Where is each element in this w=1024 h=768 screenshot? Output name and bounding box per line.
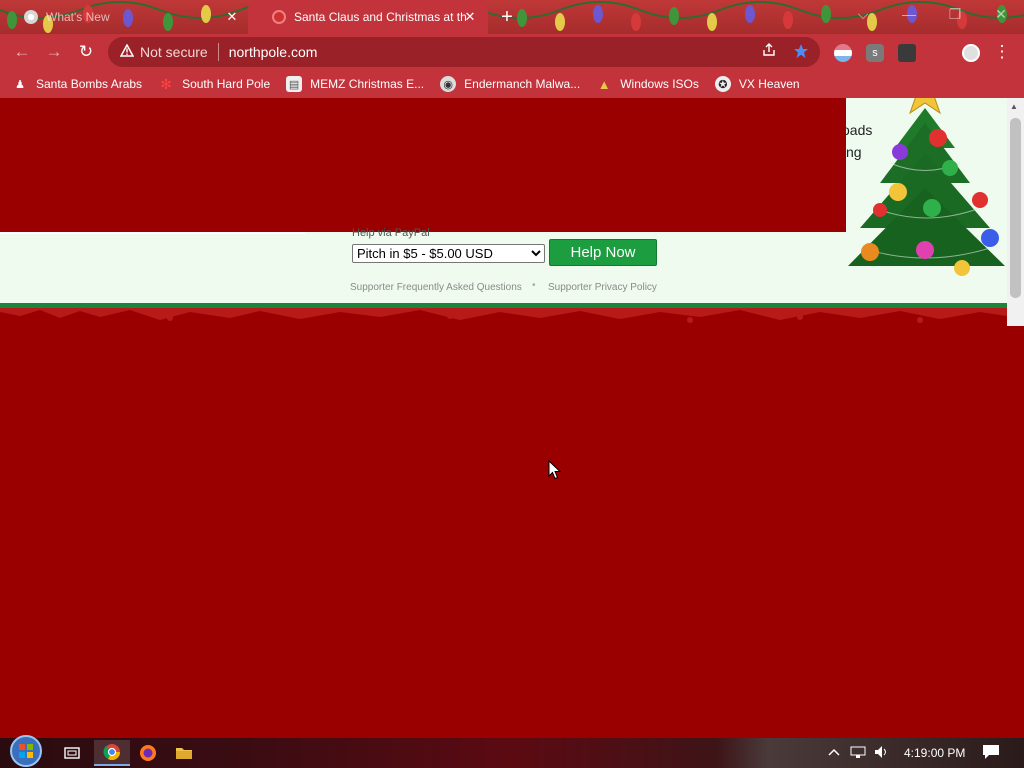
vx-icon: ✪ [714, 76, 731, 92]
bookmark-windows-isos[interactable]: ▲ Windows ISOs [596, 76, 699, 92]
bookmark-label: Endermanch Malwa... [464, 77, 581, 91]
chrome-icon [24, 10, 38, 24]
maximize-button[interactable]: ❐ [932, 0, 978, 30]
christmas-tree-icon[interactable] [840, 98, 1010, 278]
forward-button[interactable]: → [42, 40, 66, 64]
bookmark-endermanch-malware[interactable]: ◉ Endermanch Malwa... [440, 76, 580, 92]
bookmark-label: MEMZ Christmas E... [310, 77, 425, 91]
minimize-button[interactable]: — [886, 0, 932, 30]
holly-pattern-decoration [0, 308, 1007, 323]
bookmark-santa-bombs-arabs[interactable]: ♟ Santa Bombs Arabs [12, 76, 142, 92]
tab-santa-claus[interactable]: Santa Claus and Christmas at the North P… [248, 0, 488, 34]
tab-strip: What's New ✕ Santa Claus and Christmas a… [0, 0, 1024, 34]
scrollbar-thumb[interactable] [1010, 118, 1021, 298]
taskbar-clock[interactable]: 4:19:00 PM [904, 746, 965, 760]
scroll-up-icon[interactable]: ▲ [1010, 102, 1018, 111]
volume-icon[interactable] [874, 745, 890, 762]
url-text[interactable]: northpole.com [229, 44, 318, 60]
tab-title: What's New [46, 10, 110, 24]
new-tab-button[interactable]: + [496, 7, 518, 29]
tree-icon: ▲ [597, 76, 611, 92]
bookmark-label: Santa Bombs Arabs [36, 77, 143, 91]
browser-toolbar: ← → ↻ Not secure northpole.com s ⋮ [0, 34, 1024, 70]
bookmark-star-icon[interactable] [792, 43, 810, 61]
snowflake-icon: ✻ [160, 75, 172, 92]
tab-title: Santa Claus and Christmas at the North P… [294, 10, 466, 24]
mouse-cursor-icon [548, 460, 562, 480]
santa-favicon-icon [272, 10, 286, 24]
warning-triangle-icon[interactable] [119, 43, 135, 60]
task-view-icon[interactable] [54, 740, 90, 766]
window-close-button[interactable]: ✕ [978, 0, 1024, 30]
bookmarks-bar: ♟ Santa Bombs Arabs ✻ South Hard Pole ▤ … [0, 70, 1024, 98]
extension-s-icon[interactable]: s [866, 44, 884, 62]
close-icon[interactable]: ✕ [224, 9, 240, 25]
reload-button[interactable]: ↻ [74, 40, 98, 64]
start-orb-icon[interactable] [6, 734, 46, 768]
security-status[interactable]: Not secure [140, 44, 208, 60]
bookmark-label: VX Heaven [738, 77, 800, 91]
network-icon[interactable] [850, 745, 866, 762]
file-explorer-taskbar-icon[interactable] [166, 740, 202, 766]
chrome-taskbar-icon[interactable] [94, 740, 130, 766]
divider [217, 43, 219, 61]
bookmark-vx-heaven[interactable]: ✪ VX Heaven [714, 76, 800, 92]
santa-icon: ♟ [15, 78, 25, 91]
firefox-taskbar-icon[interactable] [130, 740, 166, 766]
link-separator: • [532, 280, 536, 291]
divider [0, 232, 305, 234]
red-overlay-block [0, 98, 846, 232]
address-bar[interactable]: Not secure northpole.com [108, 37, 820, 67]
page-viewport: oads ng Help via PayPal Pitch in $5 - $5… [0, 98, 1024, 738]
share-icon[interactable] [760, 43, 778, 61]
bookmark-memz-christmas[interactable]: ▤ MEMZ Christmas E... [286, 76, 424, 92]
tab-whats-new[interactable]: What's New ✕ [0, 0, 246, 34]
help-now-button[interactable]: Help Now [549, 239, 657, 266]
taskbar: 4:19:00 PM [0, 735, 1024, 768]
extension-flag-icon[interactable] [834, 44, 852, 62]
menu-kebab-icon[interactable]: ⋮ [990, 40, 1014, 64]
page-icon: ▤ [286, 76, 303, 92]
bookmark-south-hard-pole[interactable]: ✻ South Hard Pole [158, 76, 270, 92]
tray-caret-icon[interactable] [828, 745, 840, 760]
close-icon[interactable]: ✕ [462, 9, 478, 25]
supporter-faq-link[interactable]: Supporter Frequently Asked Questions [350, 282, 522, 293]
tab-search-button[interactable]: ⌵ [840, 0, 886, 30]
donation-amount-select[interactable]: Pitch in $5 - $5.00 USD [352, 244, 545, 263]
bookmark-label: Windows ISOs [620, 77, 699, 91]
notification-icon[interactable] [982, 744, 1000, 763]
bookmark-label: South Hard Pole [182, 77, 271, 91]
paypal-label: Help via PayPal [352, 227, 430, 239]
profile-avatar-icon[interactable] [962, 44, 980, 62]
extensions-puzzle-icon[interactable] [898, 44, 916, 62]
supporter-privacy-link[interactable]: Supporter Privacy Policy [548, 282, 657, 293]
raccoon-icon: ◉ [440, 76, 457, 92]
back-button[interactable]: ← [10, 40, 34, 64]
